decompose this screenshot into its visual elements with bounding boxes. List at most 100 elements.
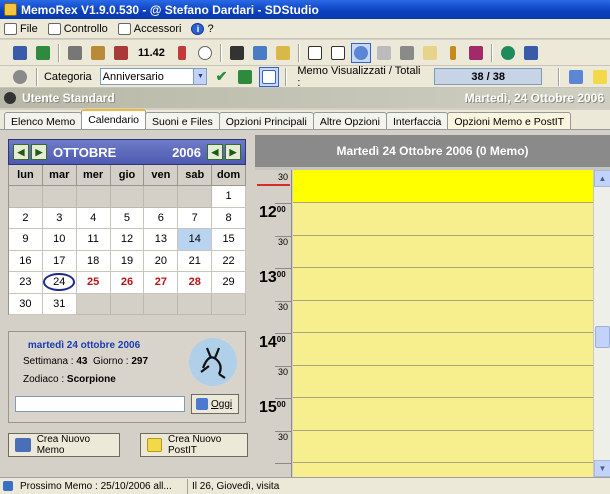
calendar-day[interactable]: 30 — [9, 293, 43, 315]
day-timeline[interactable]: 30 1200 30 1300 30 1400 30 1500 30 — [255, 170, 593, 477]
twelve-button[interactable] — [172, 43, 192, 63]
tab-opzioni-memo-postit[interactable]: Opzioni Memo e PostIT — [447, 112, 572, 129]
import-button[interactable] — [328, 43, 348, 63]
time-slot[interactable] — [293, 236, 593, 268]
calendar-day[interactable]: 16 — [9, 250, 43, 272]
notepad-button[interactable] — [420, 43, 440, 63]
exit-button[interactable] — [521, 43, 541, 63]
next-year-button[interactable]: ▶ — [225, 144, 241, 160]
scroll-down-arrow-icon[interactable]: ▼ — [594, 460, 610, 477]
calendar-day[interactable]: 1 — [212, 186, 246, 208]
calendar-day[interactable]: 5 — [110, 207, 145, 229]
calendar-day[interactable]: 22 — [212, 250, 246, 272]
calendar-day[interactable]: 8 — [212, 207, 246, 229]
grid-view-button[interactable] — [259, 66, 280, 87]
time-slot[interactable] — [293, 366, 593, 398]
flag-button[interactable] — [235, 67, 255, 87]
eraser-button[interactable] — [374, 43, 394, 63]
date-search-input[interactable] — [15, 396, 185, 412]
calendar-day[interactable]: 11 — [76, 229, 111, 251]
save-button[interactable] — [10, 43, 30, 63]
menu-file[interactable]: File — [4, 22, 38, 35]
next-month-button[interactable]: ▶ — [31, 144, 47, 160]
time-slot[interactable] — [293, 268, 593, 301]
calendar-day[interactable]: 4 — [76, 207, 111, 229]
calendar-day[interactable]: 17 — [42, 250, 77, 272]
globe-button[interactable] — [498, 43, 518, 63]
prev-year-button[interactable]: ◀ — [207, 144, 223, 160]
clock-button[interactable] — [195, 43, 215, 63]
calendar-day[interactable]: 13 — [144, 229, 179, 251]
tab-interfaccia[interactable]: Interfaccia — [385, 112, 449, 129]
trash-button[interactable] — [397, 43, 417, 63]
filter-user-button[interactable] — [10, 67, 30, 87]
pencil-button[interactable] — [273, 43, 293, 63]
clock-time: 11.42 — [138, 46, 165, 59]
binoculars-button[interactable] — [227, 43, 247, 63]
calendar-day-memo[interactable]: 26 — [110, 272, 145, 294]
calendar-day-highlighted[interactable]: 14 — [178, 229, 213, 251]
tab-calendario[interactable]: Calendario — [81, 109, 146, 129]
time-slot-selected[interactable] — [293, 170, 593, 203]
calendar-day[interactable]: 15 — [212, 229, 246, 251]
wand-button[interactable] — [443, 43, 463, 63]
calendar-day[interactable]: 12 — [110, 229, 145, 251]
window-button[interactable] — [566, 67, 586, 87]
menu-help[interactable]: i ? — [191, 22, 214, 35]
scroll-thumb[interactable] — [595, 326, 610, 348]
tab-altre-opzioni[interactable]: Altre Opzioni — [312, 112, 387, 129]
calendar-day-memo[interactable]: 27 — [144, 272, 179, 294]
calendar-day[interactable]: 18 — [76, 250, 111, 272]
calendar-day[interactable]: 9 — [9, 229, 43, 251]
calendar-day[interactable]: 10 — [42, 229, 77, 251]
export-button[interactable] — [305, 43, 325, 63]
today-button[interactable]: Oggi — [191, 394, 239, 414]
new-memo-button[interactable]: Crea Nuovo Memo — [8, 433, 120, 457]
calendar-day[interactable]: 7 — [178, 207, 213, 229]
tab-opzioni-principali[interactable]: Opzioni Principali — [218, 112, 314, 129]
calendar-day[interactable]: 6 — [144, 207, 179, 229]
globe-icon — [500, 45, 515, 60]
calendar-button[interactable] — [111, 43, 131, 63]
hour-label: 1500 — [259, 399, 286, 416]
play-button[interactable] — [88, 43, 108, 63]
calendar-day[interactable]: 21 — [178, 250, 213, 272]
book-button[interactable] — [466, 43, 486, 63]
time-slots[interactable] — [293, 170, 593, 477]
tools-button[interactable] — [65, 43, 85, 63]
scroll-up-arrow-icon[interactable]: ▲ — [594, 170, 610, 187]
calendar-day[interactable]: 19 — [110, 250, 145, 272]
menu-bar: File Controllo Accessori i ? — [0, 19, 610, 39]
calendar-day[interactable]: 29 — [212, 272, 246, 294]
time-slot[interactable] — [293, 431, 593, 463]
calendar-day-empty — [76, 186, 111, 208]
tab-suoni-files[interactable]: Suoni e Files — [145, 112, 220, 129]
tab-elenco-memo[interactable]: Elenco Memo — [4, 112, 83, 129]
category-select[interactable]: Anniversario ▼ — [99, 68, 208, 85]
new-postit-button[interactable]: Crea Nuovo PostIT — [140, 433, 248, 457]
postit-button[interactable] — [590, 67, 610, 87]
time-slot[interactable] — [293, 301, 593, 333]
excel-button[interactable] — [33, 43, 53, 63]
calendar-day-memo[interactable]: 28 — [178, 272, 213, 294]
pencil-icon — [275, 45, 290, 60]
menu-accessori[interactable]: Accessori — [117, 22, 181, 35]
time-slot[interactable] — [293, 333, 593, 366]
calendar-day[interactable]: 2 — [9, 207, 43, 229]
day-view-scrollbar[interactable]: ▲ ▼ — [593, 170, 610, 477]
calendar-day-today[interactable]: 24 — [42, 272, 77, 294]
confirm-filter-button[interactable]: ✔ — [211, 67, 231, 87]
calendar-day-memo[interactable]: 25 — [76, 272, 111, 294]
time-slot[interactable] — [293, 203, 593, 236]
flag-icon — [238, 69, 253, 84]
time-slot[interactable] — [293, 398, 593, 431]
menu-controllo[interactable]: Controllo — [47, 22, 108, 35]
history-button[interactable] — [350, 42, 371, 63]
calendar-day[interactable]: 20 — [144, 250, 179, 272]
brush-button[interactable] — [250, 43, 270, 63]
prev-month-button[interactable]: ◀ — [13, 144, 29, 160]
calendar-day[interactable]: 23 — [9, 272, 43, 294]
chevron-down-icon: ▼ — [193, 69, 207, 84]
calendar-day[interactable]: 31 — [42, 293, 77, 315]
calendar-day[interactable]: 3 — [42, 207, 77, 229]
